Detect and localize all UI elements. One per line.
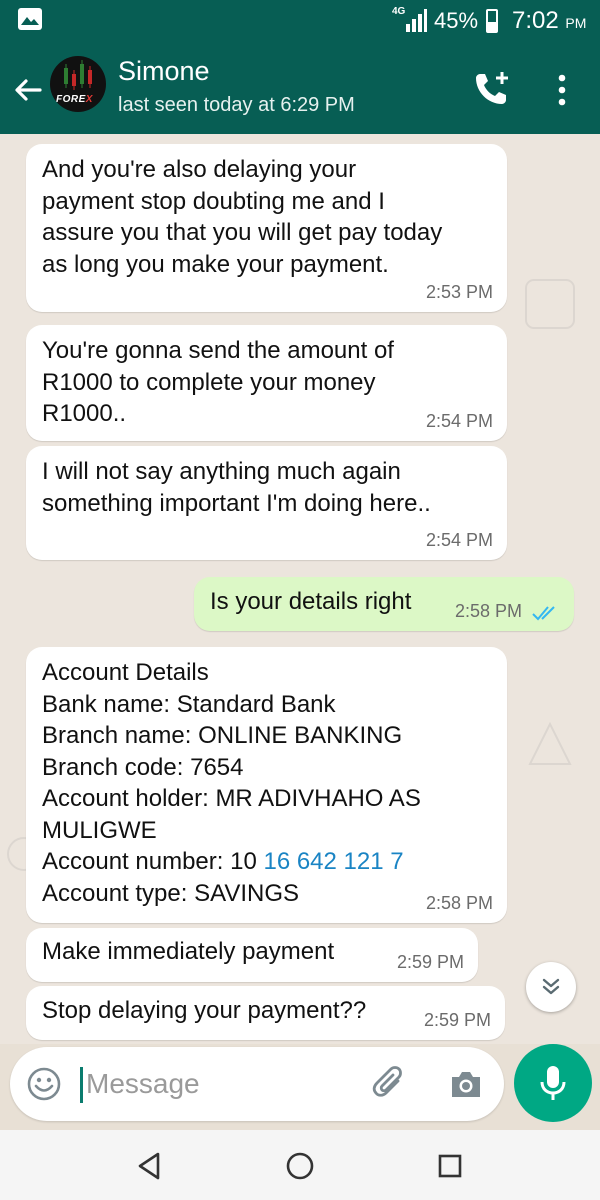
message-time: 2:59 PM — [423, 1010, 491, 1030]
battery-percent: 45% — [434, 8, 479, 33]
contact-name[interactable]: Simone — [118, 56, 210, 87]
account-details-line: Bank name: Standard Bank — [42, 690, 336, 718]
status-bar: 4G 45% 7:02 PM — [0, 0, 600, 44]
account-details-line: Branch code: 7654 — [42, 753, 244, 781]
chat-header: FOREX Simone last seen today at 6:29 PM — [0, 44, 600, 134]
signal-icon — [406, 9, 427, 32]
account-number-line: Account number: 10 16 642 121 7 — [42, 846, 421, 878]
outgoing-message[interactable]: Is your details right 2:58 PM — [194, 577, 574, 631]
paperclip-icon[interactable] — [372, 1065, 408, 1103]
message-text: Stop delaying your payment?? — [42, 997, 367, 1024]
voice-record-button[interactable] — [514, 1044, 592, 1122]
incoming-message[interactable]: You're gonna send the amount of R1000 to… — [26, 325, 507, 441]
account-details-line: Account holder: MR ADIVHAHO AS — [42, 785, 421, 812]
message-text: You're gonna send the amount of R1000 to… — [42, 337, 394, 427]
message-time: 2:59 PM — [396, 952, 464, 972]
avatar-text: FOREX — [56, 94, 93, 105]
system-navigation-bar — [0, 1130, 600, 1200]
double-chevron-down-icon — [542, 978, 560, 995]
camera-icon[interactable] — [448, 1066, 484, 1102]
message-input[interactable] — [86, 1061, 356, 1107]
incoming-message[interactable]: I will not say anything much again somet… — [26, 446, 507, 560]
account-details-line: MULIGWE — [42, 816, 157, 844]
avatar[interactable]: FOREX — [50, 56, 106, 112]
wallpaper-doodle-icon — [525, 279, 575, 329]
message-composer — [10, 1047, 504, 1121]
incoming-message[interactable]: And you're also delaying your payment st… — [26, 144, 507, 312]
gallery-icon — [18, 8, 42, 30]
message-time: 2:54 PM — [425, 411, 493, 431]
account-type-line: Account type: SAVINGS — [42, 879, 300, 907]
account-details-line: Branch name: ONLINE BANKING — [42, 722, 403, 749]
message-time: 2:58 PM — [454, 601, 522, 621]
account-details-line: Account Details — [42, 659, 209, 686]
microphone-icon — [540, 1066, 566, 1100]
kebab-menu-icon[interactable] — [550, 70, 574, 110]
emoji-icon[interactable] — [26, 1066, 62, 1102]
add-call-icon[interactable] — [472, 68, 512, 108]
status-clock: 7:02 PM — [512, 7, 587, 34]
account-number-label: Account number: 10 — [42, 848, 264, 875]
battery-icon — [486, 9, 498, 33]
message-time: 2:54 PM — [425, 530, 493, 550]
nav-recents-icon[interactable] — [432, 1148, 468, 1184]
message-time: 2:53 PM — [425, 282, 493, 302]
message-text: And you're also delaying your payment st… — [42, 156, 443, 278]
incoming-message[interactable]: Make immediately payment 2:59 PM — [26, 928, 478, 982]
account-number-link[interactable]: 16 642 121 7 — [263, 848, 403, 875]
message-text: Account Details Bank name: Standard Bank… — [42, 657, 421, 909]
message-text: Make immediately payment — [42, 938, 335, 965]
chat-area[interactable]: And you're also delaying your payment st… — [0, 134, 600, 1044]
message-text: I will not say anything much again somet… — [42, 458, 431, 517]
incoming-message[interactable]: Stop delaying your payment?? 2:59 PM — [26, 986, 505, 1040]
scroll-to-bottom-button[interactable] — [526, 962, 576, 1012]
double-check-read-icon — [532, 606, 555, 621]
wallpaper-doodle-icon — [528, 721, 572, 765]
back-arrow-icon[interactable] — [10, 72, 46, 108]
text-caret — [80, 1067, 83, 1103]
nav-back-icon[interactable] — [132, 1148, 168, 1184]
incoming-message[interactable]: Account Details Bank name: Standard Bank… — [26, 647, 507, 923]
last-seen-status: last seen today at 6:29 PM — [118, 94, 355, 116]
message-text: Is your details right — [210, 588, 412, 615]
nav-home-icon[interactable] — [282, 1148, 318, 1184]
message-time: 2:58 PM — [425, 893, 493, 913]
